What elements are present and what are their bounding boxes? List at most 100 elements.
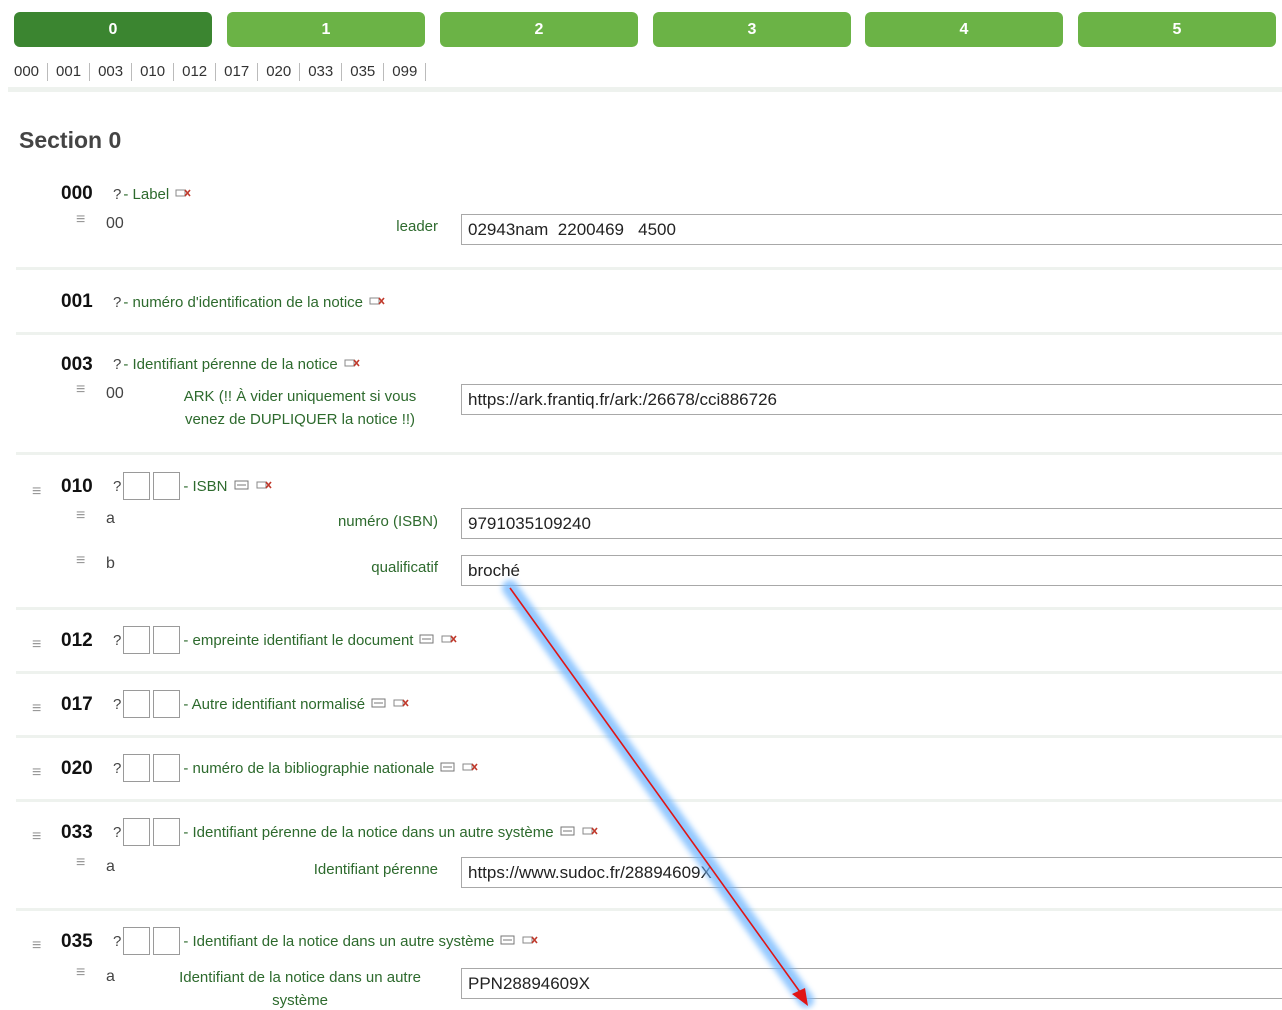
indicator-1-input[interactable]: [123, 927, 151, 955]
field-001: 001 ? - numéro d'identification de la no…: [16, 273, 1282, 335]
drag-handle-icon[interactable]: ≡: [76, 553, 85, 569]
indicator-1-input[interactable]: [123, 754, 151, 782]
external-id-input[interactable]: [461, 968, 1282, 999]
help-icon[interactable]: ?: [113, 824, 121, 841]
field-tag: 001: [61, 291, 93, 312]
field-link-017[interactable]: 017: [216, 62, 259, 81]
drag-handle-icon[interactable]: ≡: [32, 484, 41, 500]
subfield-label: ARK (!! À vider uniquement si vous venez…: [183, 388, 417, 428]
drag-handle-icon[interactable]: ≡: [76, 382, 85, 398]
drag-handle-icon[interactable]: ≡: [32, 829, 41, 845]
field-link-033[interactable]: 033: [300, 62, 343, 81]
tab-5[interactable]: 5: [1078, 12, 1276, 47]
help-icon[interactable]: ?: [113, 478, 121, 495]
duplicate-field-icon[interactable]: [440, 760, 456, 777]
help-icon[interactable]: ?: [113, 356, 121, 373]
drag-handle-icon[interactable]: ≡: [32, 637, 41, 653]
help-icon[interactable]: ?: [113, 632, 121, 649]
subfield-code: a: [106, 510, 115, 527]
field-nav: 000 001 003 010 012 017 020 033 035 099: [8, 56, 1282, 92]
field-link-001[interactable]: 001: [48, 62, 91, 81]
drag-handle-icon[interactable]: ≡: [76, 965, 85, 981]
drag-handle-icon[interactable]: ≡: [76, 212, 85, 228]
tab-1[interactable]: 1: [227, 12, 425, 47]
duplicate-field-icon[interactable]: [500, 933, 516, 950]
leader-input[interactable]: [461, 214, 1282, 245]
field-link-020[interactable]: 020: [258, 62, 301, 81]
indicator-1-input[interactable]: [123, 690, 151, 718]
delete-field-icon[interactable]: [441, 632, 458, 649]
indicator-1-input[interactable]: [123, 626, 151, 654]
indicator-2-input[interactable]: [153, 927, 181, 955]
subfield-label: numéro (ISBN): [337, 513, 438, 530]
field-003: 003 ? - Identifiant pérenne de la notice…: [16, 338, 1282, 455]
subfield-label: leader: [396, 218, 438, 235]
duplicate-field-icon[interactable]: [234, 478, 250, 495]
field-tag: 012: [61, 630, 93, 651]
tab-4[interactable]: 4: [865, 12, 1063, 47]
indicator-2-input[interactable]: [153, 690, 181, 718]
subfield-label: Identifiant pérenne: [313, 861, 438, 878]
indicator-2-input[interactable]: [153, 818, 181, 846]
field-035: ≡ 035 ? - Identifiant de la notice dans …: [16, 914, 1282, 1010]
tab-3[interactable]: 3: [653, 12, 851, 47]
qualifier-input[interactable]: [461, 555, 1282, 586]
drag-handle-icon[interactable]: ≡: [76, 508, 85, 524]
field-017: ≡ 017 ? - Autre identifiant normalisé: [16, 677, 1282, 738]
section-tabs: 0 1 2 3 4 5: [14, 12, 1282, 48]
subfield-code: b: [106, 555, 115, 572]
field-tag: 010: [61, 476, 93, 497]
field-link-099[interactable]: 099: [384, 62, 427, 81]
field-label: ? - numéro d'identification de la notice: [113, 294, 385, 311]
help-icon[interactable]: ?: [113, 696, 121, 713]
indicator-2-input[interactable]: [153, 472, 181, 500]
field-link-000[interactable]: 000: [8, 62, 49, 81]
indicator-2-input[interactable]: [153, 626, 181, 654]
help-icon[interactable]: ?: [113, 933, 121, 950]
indicator-1-input[interactable]: [123, 472, 151, 500]
ark-input[interactable]: [461, 384, 1282, 415]
field-label: ? - empreinte identifiant le document: [113, 626, 458, 654]
drag-handle-icon[interactable]: ≡: [32, 701, 41, 717]
delete-field-icon[interactable]: [522, 933, 538, 950]
delete-field-icon[interactable]: [582, 824, 598, 841]
field-tag: 020: [61, 758, 93, 779]
tab-2[interactable]: 2: [440, 12, 638, 47]
duplicate-field-icon[interactable]: [371, 696, 387, 713]
section-title: Section 0: [19, 127, 122, 153]
perennial-id-input[interactable]: [461, 857, 1282, 888]
subfield-code: 00: [106, 215, 124, 232]
field-link-012[interactable]: 012: [174, 62, 217, 81]
help-icon[interactable]: ?: [113, 186, 121, 203]
field-tag: 035: [61, 931, 93, 952]
delete-field-icon[interactable]: [393, 696, 409, 713]
delete-field-icon[interactable]: [462, 760, 478, 777]
tab-0[interactable]: 0: [14, 12, 212, 47]
field-020: ≡ 020 ? - numéro de la bibliographie nat…: [16, 741, 1282, 802]
field-link-003[interactable]: 003: [90, 62, 133, 81]
field-000: 000 ? - Label ≡ 00 leader: [16, 172, 1282, 270]
isbn-input[interactable]: [461, 508, 1282, 539]
indicator-1-input[interactable]: [123, 818, 151, 846]
field-link-035[interactable]: 035: [342, 62, 385, 81]
duplicate-field-icon[interactable]: [419, 632, 435, 649]
help-icon[interactable]: ?: [113, 294, 121, 311]
field-tag: 017: [61, 694, 93, 715]
duplicate-field-icon[interactable]: [560, 824, 576, 841]
field-tag: 003: [61, 354, 93, 375]
field-label: ? - Identifiant de la notice dans un aut…: [113, 927, 538, 955]
field-label: ? - numéro de la bibliographie nationale: [113, 754, 478, 782]
indicator-2-input[interactable]: [153, 754, 181, 782]
drag-handle-icon[interactable]: ≡: [32, 938, 41, 954]
field-link-010[interactable]: 010: [132, 62, 175, 81]
delete-field-icon[interactable]: [369, 294, 385, 311]
field-tag: 000: [61, 183, 93, 204]
delete-field-icon[interactable]: [256, 478, 272, 495]
subfield-code: a: [106, 968, 115, 985]
delete-field-icon[interactable]: [344, 356, 360, 373]
drag-handle-icon[interactable]: ≡: [76, 855, 85, 871]
delete-field-icon[interactable]: [175, 186, 191, 203]
help-icon[interactable]: ?: [113, 760, 121, 777]
field-label: ? - Autre identifiant normalisé: [113, 690, 409, 718]
drag-handle-icon[interactable]: ≡: [32, 765, 41, 781]
